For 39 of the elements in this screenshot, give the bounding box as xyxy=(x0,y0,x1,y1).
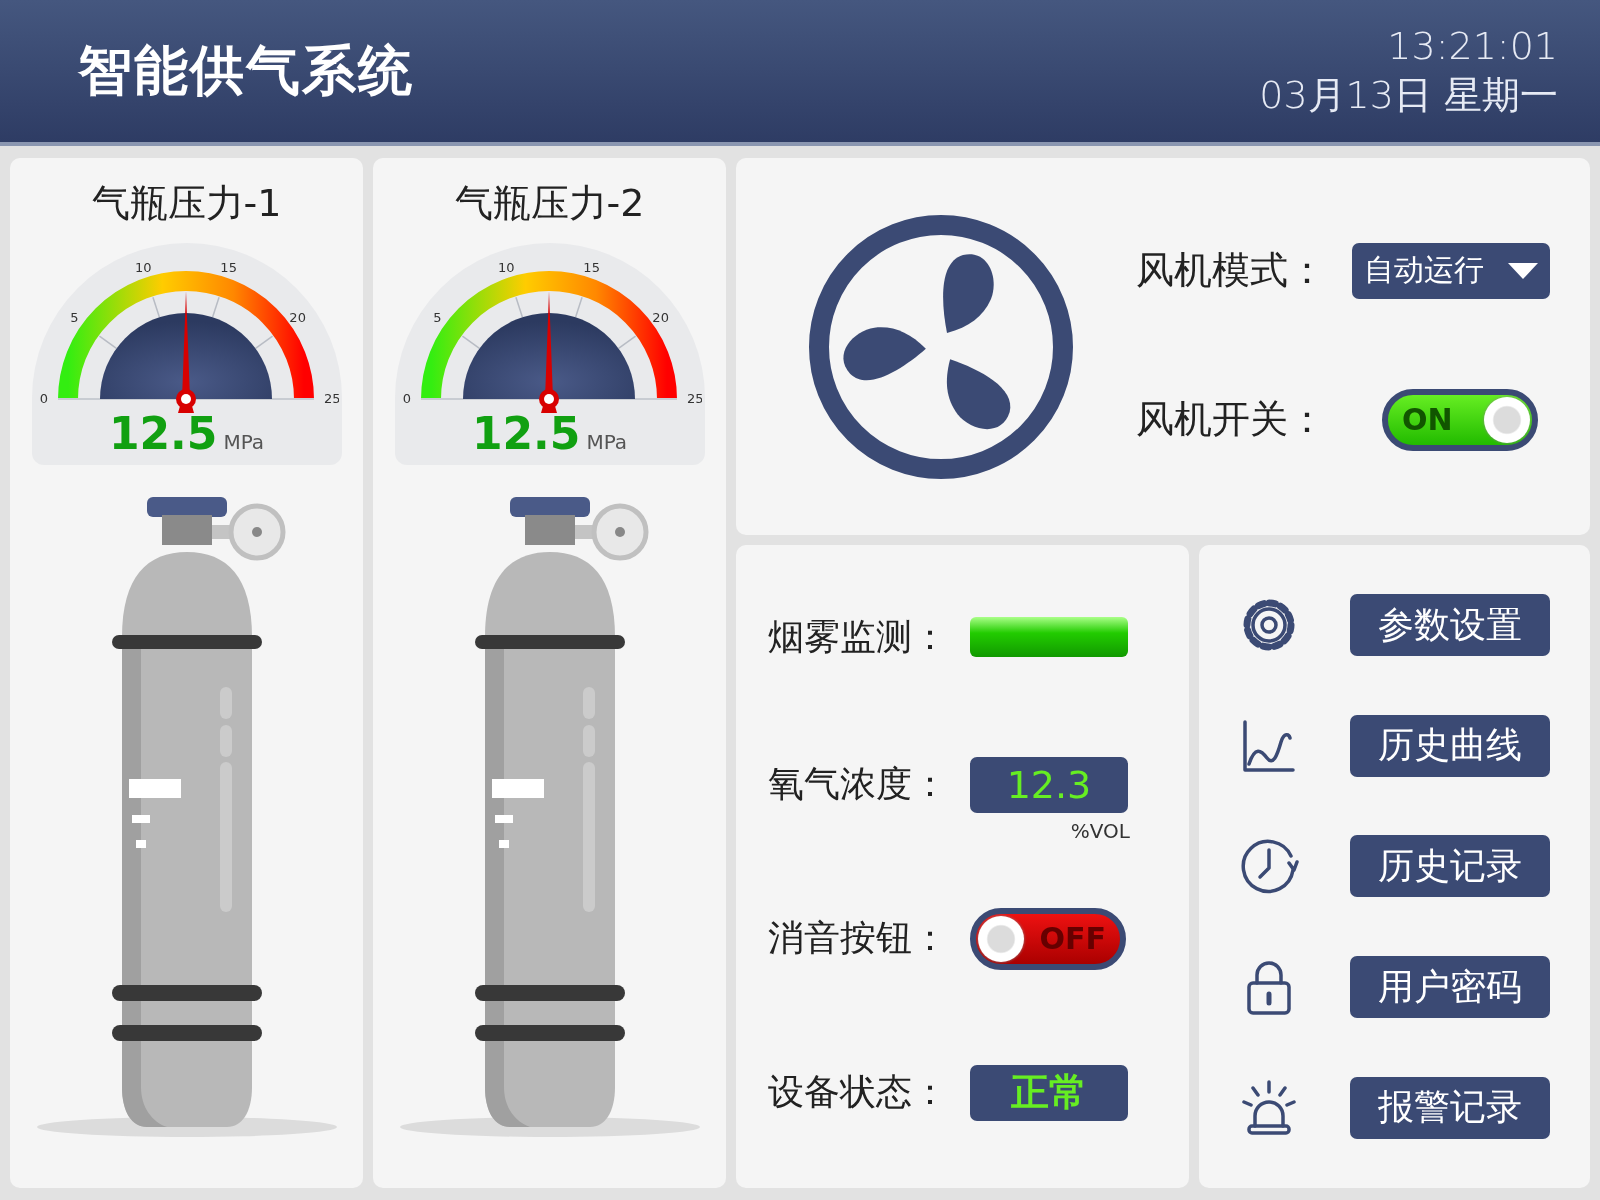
fan-mode-dropdown[interactable]: 自动运行 xyxy=(1352,242,1550,299)
gauge-tick-label: 10 xyxy=(135,259,152,275)
gauge-tick-label: 25 xyxy=(324,391,339,406)
pressure-unit: MPa xyxy=(586,430,628,454)
oxygen-value: 12.3 xyxy=(970,756,1128,813)
gauge-tick-label: 25 xyxy=(687,391,702,406)
gauge-tick-label: 20 xyxy=(289,309,306,325)
card-title: 气瓶压力-2 xyxy=(454,180,645,227)
date-text: 03月13日 星期一 xyxy=(1259,72,1558,119)
pressure-value: 12.5 xyxy=(471,408,581,459)
monitor-label: 设备状态： xyxy=(768,1070,948,1114)
gauge-tick-label: 20 xyxy=(652,309,669,325)
caret-icon xyxy=(1506,260,1540,281)
gauge-tick-label: 0 xyxy=(402,391,411,406)
gauge-tick-label: 15 xyxy=(583,259,600,275)
pressure-value: 12.5 xyxy=(108,408,218,459)
card-title: 气瓶压力-1 xyxy=(91,180,282,227)
gauge-tick-label: 10 xyxy=(498,259,515,275)
gauge-tick-label: 5 xyxy=(433,309,442,325)
menu-button[interactable]: 历史记录 xyxy=(1350,835,1550,898)
menu-button[interactable]: 报警记录 xyxy=(1350,1076,1550,1139)
gauge-tick-label: 15 xyxy=(220,259,237,275)
gauge-tick-label: 5 xyxy=(70,309,79,325)
monitor-label: 氧气浓度： xyxy=(768,762,948,806)
menu-button[interactable]: 历史曲线 xyxy=(1350,714,1550,777)
pressure-unit: MPa xyxy=(223,430,265,454)
oxygen-unit: %VOL xyxy=(1070,818,1130,843)
monitor-label: 烟雾监测： xyxy=(768,614,948,659)
monitor-label: 消音按钮： xyxy=(768,916,948,960)
alarm-light-icon xyxy=(1239,1077,1299,1138)
time-text: 13:21:01 xyxy=(1387,22,1558,70)
fan-mode-label: 风机模式： xyxy=(1136,247,1326,294)
gauge-tick-label: 0 xyxy=(39,391,48,406)
fan-switch-label: 风机开关： xyxy=(1136,396,1326,443)
fan-switch-toggle[interactable]: ON xyxy=(1382,388,1538,451)
menu-button[interactable]: 用户密码 xyxy=(1350,956,1550,1019)
status-value: 正常 xyxy=(970,1064,1128,1121)
app-title: 智能供气系统 xyxy=(78,37,414,104)
menu-button[interactable]: 参数设置 xyxy=(1350,594,1550,657)
